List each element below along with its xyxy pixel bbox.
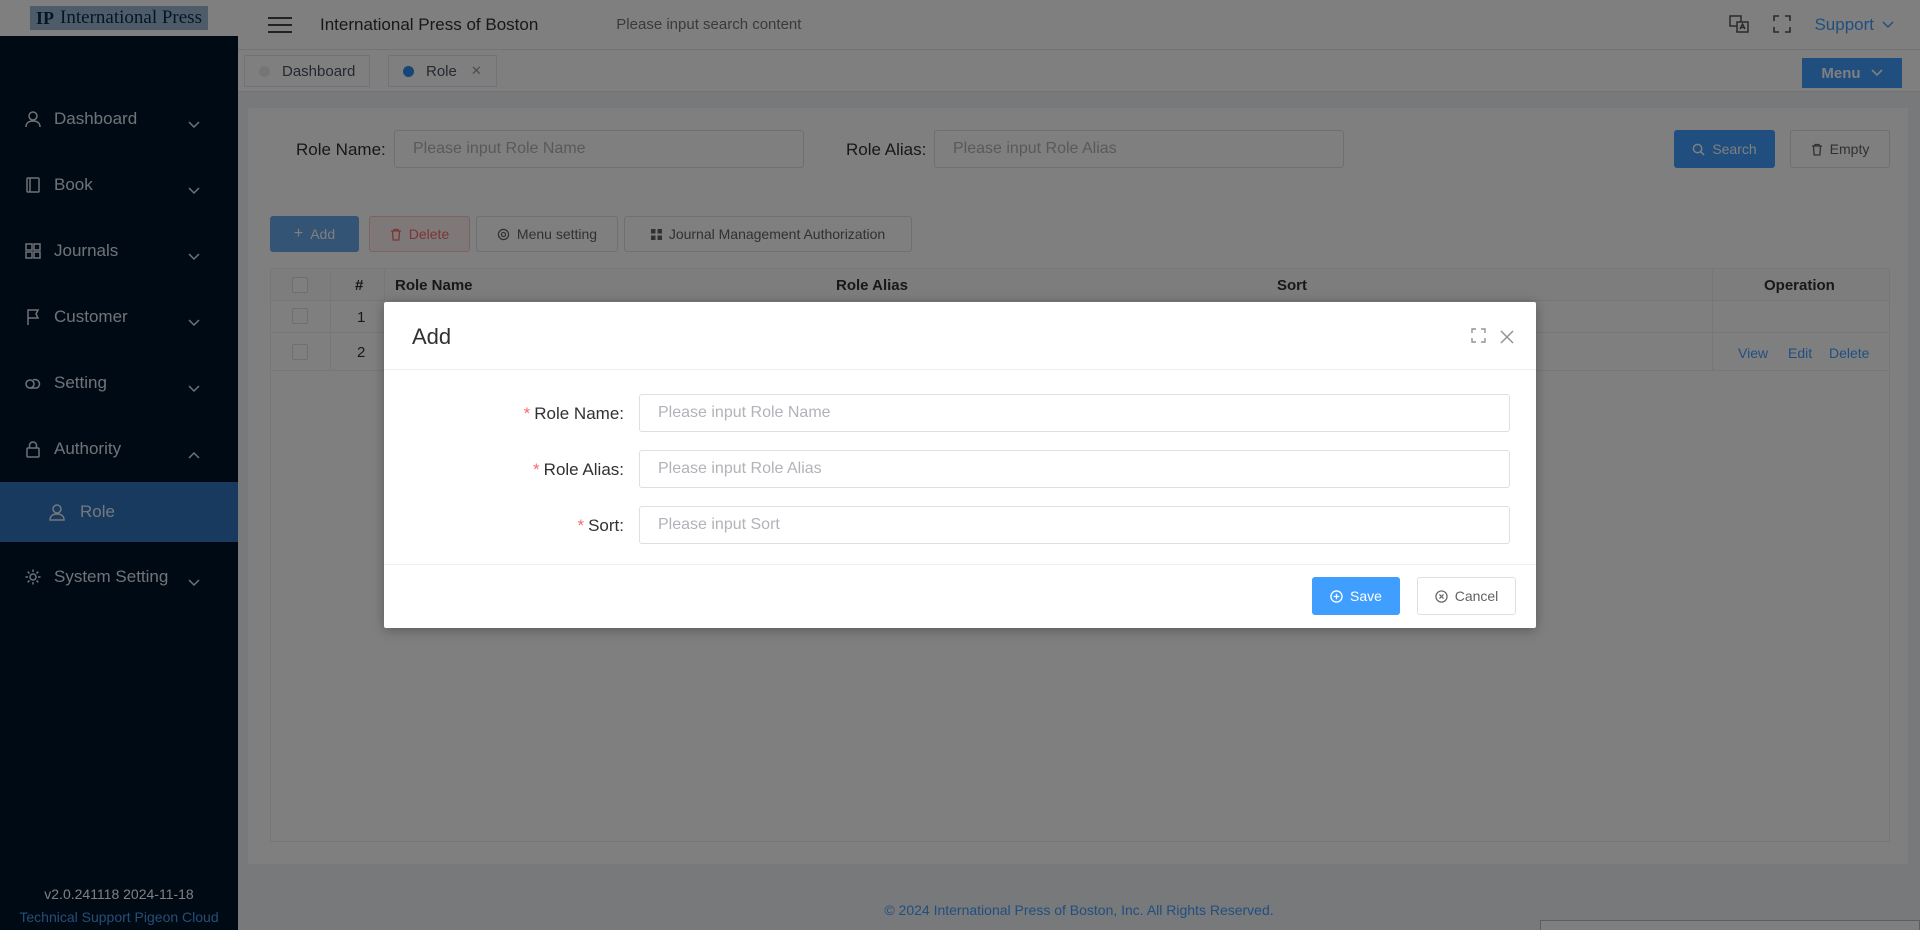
role-alias-form-item: * Role Alias: Please input Role Alias — [384, 450, 1536, 488]
save-button[interactable]: Save — [1312, 577, 1400, 615]
sort-form-item: * Sort: Please input Sort — [384, 506, 1536, 544]
dialog-title: Add — [412, 324, 452, 349]
placeholder: Please input Sort — [658, 516, 780, 533]
role-name-label: * Role Name: — [523, 404, 624, 423]
close-circle-icon — [1435, 589, 1448, 603]
role-name-form-item: * Role Name: Please input Role Name — [384, 394, 1536, 432]
role-alias-label: * Role Alias: — [533, 460, 624, 479]
role-name-input[interactable]: Please input Role Name — [639, 394, 1510, 432]
cancel-button[interactable]: Cancel — [1417, 577, 1516, 615]
save-button-label: Save — [1350, 588, 1382, 604]
dialog-header: Add — [384, 302, 1536, 370]
placeholder: Please input Role Alias — [658, 460, 822, 477]
placeholder: Please input Role Name — [658, 404, 831, 421]
close-icon[interactable] — [1500, 330, 1514, 347]
cancel-button-label: Cancel — [1454, 588, 1499, 604]
role-alias-input[interactable]: Please input Role Alias — [639, 450, 1510, 488]
fullscreen-icon[interactable] — [1471, 328, 1486, 346]
sort-label: * Sort: — [577, 516, 624, 535]
dialog-footer: Save Cancel — [384, 564, 1536, 628]
plus-circle-icon — [1330, 589, 1343, 603]
sort-input[interactable]: Please input Sort — [639, 506, 1510, 544]
add-role-dialog: Add * Role Name: Please input Role Name *… — [384, 302, 1536, 628]
